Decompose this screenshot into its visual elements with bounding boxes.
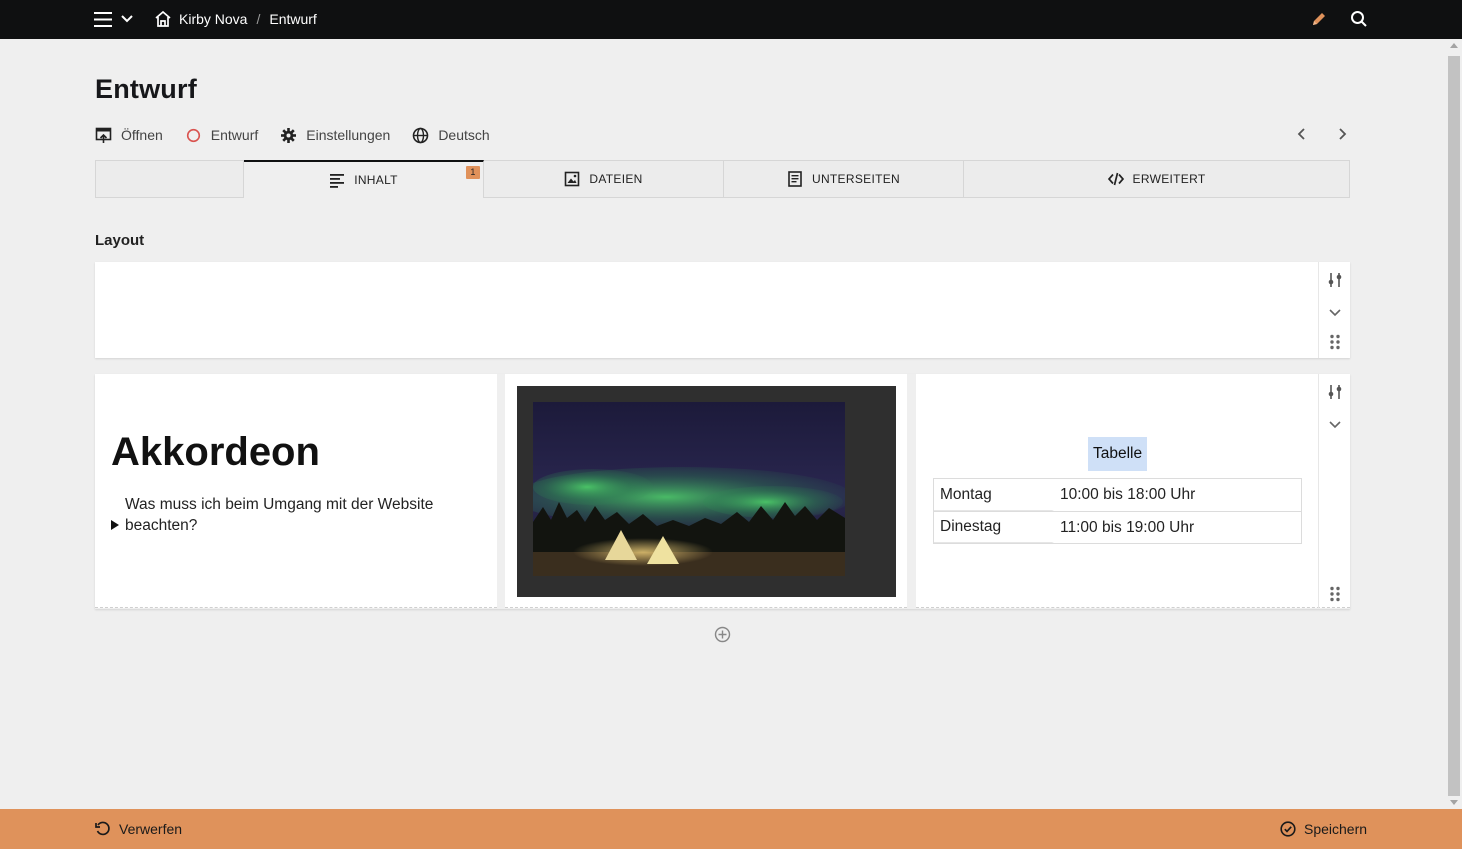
scroll-down-arrow[interactable] — [1450, 800, 1458, 805]
layout-row-empty[interactable] — [95, 262, 1350, 358]
tab-bar: INHALT 1 DATEIEN UNTERSEITEN ERWEITERT — [95, 160, 1350, 198]
save-label: Speichern — [1304, 821, 1368, 837]
tab-badge: 1 — [466, 166, 480, 179]
tab-label: DATEIEN — [589, 172, 643, 186]
check-circle-icon — [1280, 821, 1296, 837]
accordion-item-label: Was muss ich beim Umgang mit der Website… — [125, 496, 434, 534]
page-actions: Öffnen Entwurf Einstellungen Deutsch — [95, 125, 490, 145]
tab-label: INHALT — [354, 173, 398, 187]
row-toolbar — [1318, 262, 1350, 358]
status-label: Entwurf — [210, 127, 259, 143]
layout-row-columns[interactable]: Akkordeon Was muss ich beim Umgang mit d… — [95, 374, 1350, 609]
tab-inhalt[interactable]: INHALT 1 — [244, 160, 484, 198]
scroll-up-arrow[interactable] — [1450, 43, 1458, 48]
table-cell-hours: 10:00 bis 18:00 Uhr — [1060, 486, 1196, 503]
chevron-down-icon[interactable] — [1327, 304, 1343, 320]
row-toolbar — [1318, 374, 1350, 608]
page-icon — [788, 171, 802, 187]
open-button[interactable]: Öffnen — [95, 125, 163, 145]
discard-label: Verwerfen — [119, 821, 183, 837]
breadcrumb-site[interactable]: Kirby Nova — [179, 11, 247, 27]
tab-unterseiten[interactable]: UNTERSEITEN — [724, 161, 964, 197]
gear-icon — [281, 127, 297, 143]
hours-table: Montag 10:00 bis 18:00 Uhr Dinestag 11:0… — [933, 478, 1302, 544]
table-row: Dinestag 11:00 bis 19:00 Uhr — [934, 511, 1301, 543]
tab-dateien[interactable]: DATEIEN — [484, 161, 724, 197]
open-label: Öffnen — [121, 127, 163, 143]
chevron-down-icon[interactable] — [1327, 416, 1343, 432]
image-icon — [565, 171, 580, 187]
language-button[interactable]: Deutsch — [412, 125, 490, 145]
accordion-title: Akkordeon — [111, 430, 320, 474]
drag-handle-icon[interactable] — [1327, 334, 1343, 350]
tab-spacer — [96, 161, 244, 197]
scrollbar-thumb[interactable] — [1448, 56, 1460, 796]
home-icon[interactable] — [154, 10, 172, 28]
status-button[interactable]: Entwurf — [185, 125, 258, 145]
layout-field-label: Layout — [95, 232, 145, 249]
settings-label: Einstellungen — [306, 127, 391, 143]
chevron-right-icon[interactable] — [1335, 127, 1349, 141]
globe-icon — [413, 127, 429, 143]
save-button[interactable]: Speichern — [1280, 821, 1367, 837]
column-image[interactable] — [505, 374, 907, 608]
column-accordion[interactable]: Akkordeon Was muss ich beim Umgang mit d… — [95, 374, 497, 608]
language-label: Deutsch — [438, 127, 490, 143]
pencil-icon[interactable] — [1310, 10, 1328, 28]
chevron-down-icon[interactable] — [120, 12, 134, 26]
tab-label: UNTERSEITEN — [812, 172, 900, 186]
breadcrumb-page[interactable]: Entwurf — [269, 11, 316, 27]
table-cell-hours: 11:00 bis 19:00 Uhr — [1060, 518, 1195, 536]
page-scrollbar[interactable] — [1446, 39, 1462, 809]
breadcrumb-separator: / — [256, 11, 261, 27]
row-settings-icon[interactable] — [1327, 384, 1343, 400]
add-row-icon[interactable] — [714, 626, 731, 643]
breadcrumb: Kirby Nova / Entwurf — [179, 11, 317, 27]
table-cell-day: Montag — [934, 479, 1054, 511]
aurora-photo — [533, 402, 845, 576]
tab-label: ERWEITERT — [1132, 172, 1206, 186]
menu-icon[interactable] — [94, 10, 112, 29]
drag-handle-icon[interactable] — [1327, 586, 1343, 602]
table-caption: Tabelle — [1088, 437, 1148, 471]
image-block[interactable] — [517, 386, 896, 597]
topbar: Kirby Nova / Entwurf — [0, 0, 1462, 39]
text-lines-icon — [330, 174, 345, 188]
settings-button[interactable]: Einstellungen — [280, 125, 390, 145]
disclosure-triangle-icon[interactable] — [111, 520, 119, 530]
form-bottom-bar: Verwerfen Speichern — [0, 809, 1462, 849]
search-icon[interactable] — [1350, 10, 1368, 28]
accordion-item[interactable]: Was muss ich beim Umgang mit der Website… — [111, 494, 471, 536]
undo-icon — [95, 821, 110, 836]
column-table[interactable]: Tabelle Montag 10:00 bis 18:00 Uhr Dines… — [916, 374, 1350, 608]
table-row: Montag 10:00 bis 18:00 Uhr — [934, 479, 1301, 511]
open-icon — [95, 127, 112, 143]
page-title: Entwurf — [95, 74, 197, 104]
tab-erweitert[interactable]: ERWEITERT — [964, 161, 1349, 197]
code-icon — [1107, 172, 1124, 186]
chevron-left-icon[interactable] — [1295, 127, 1309, 141]
table-cell-day: Dinestag — [934, 512, 1054, 543]
status-draft-icon — [186, 128, 200, 142]
row-settings-icon[interactable] — [1327, 272, 1343, 288]
discard-button[interactable]: Verwerfen — [95, 821, 182, 837]
